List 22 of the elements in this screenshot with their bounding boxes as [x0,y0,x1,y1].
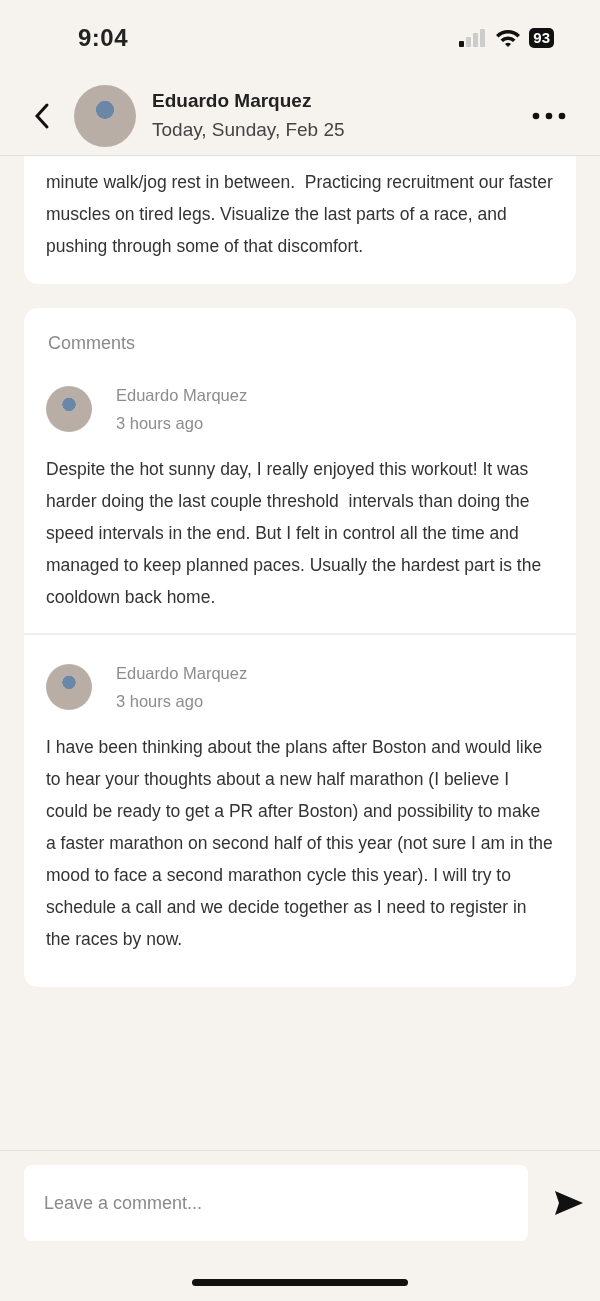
send-button[interactable] [554,1190,584,1216]
comments-heading: Comments [47,332,137,355]
back-chevron-icon [34,101,50,130]
comment-time: 3 hours ago [116,691,205,712]
battery-level: 93 [529,28,554,48]
send-icon [554,1190,584,1216]
back-button[interactable] [34,101,50,130]
comment-author: Eduardo Marquez [116,663,248,684]
comment-text: Despite the hot sunny day, I really enjoyed this workout! It was harder doing the last couple threshold intervals than doing the speed intervals in the end. But I felt in control all the time and managed to keep planned paces. Usually the hardest part is the cooldown back home. [46,458,543,609]
workout-date: Today, Sunday, Feb 25 [152,117,346,142]
workout-description: minute walk/jog rest in between. Practicing recruitment our faster muscles on tired legs. Visualize the last parts of a race, and pushing through some of that discomfort. [46,171,554,258]
comment-author: Eduardo Marquez [116,385,248,406]
wifi-icon [495,28,522,48]
signal-icon [459,29,488,47]
status-time: 9:04 [78,23,129,53]
athlete-name: Eduardo Marquez [152,89,313,113]
avatar-photo [46,664,92,710]
comment-time: 3 hours ago [116,413,205,434]
comment-text: I have been thinking about the plans after Boston and would like to hear your thoughts about a new half marathon (I believe I could be ready to get a PR after Boston) and possibility to make a faster marathon on second half of this year (not sure I am in the mood to face a second marathon cycle this year). I will try to schedule a call and we decide together as I need to register in the races by now. [46,736,554,951]
comment-field[interactable]: Leave a comment... [24,1165,528,1241]
avatar-photo [46,386,92,432]
more-icon [532,112,566,121]
